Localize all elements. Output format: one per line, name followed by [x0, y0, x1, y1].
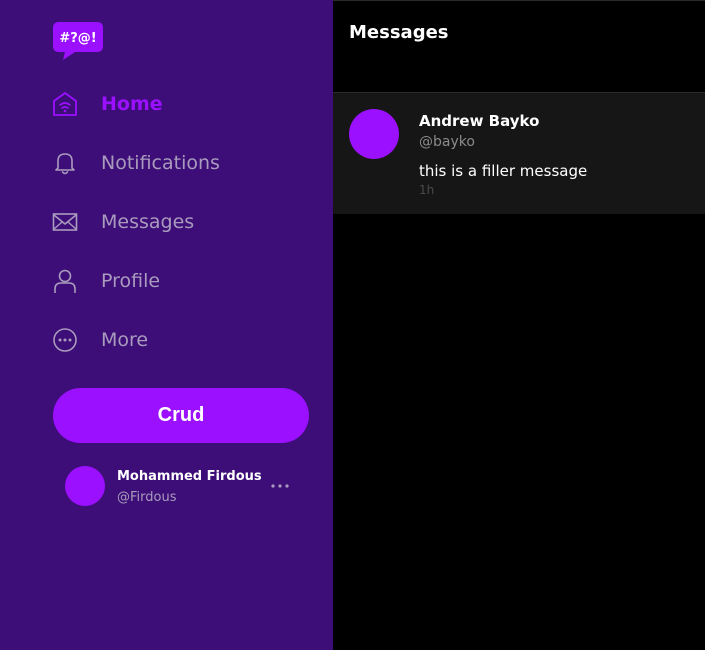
sidebar-item-label: Messages [101, 211, 195, 233]
sidebar-item-more[interactable]: More [52, 322, 312, 358]
message-author-handle: @bayko [419, 134, 475, 150]
avatar [65, 466, 105, 506]
sidebar-item-home[interactable]: Home [52, 86, 312, 122]
bell-icon [52, 150, 78, 176]
page-title: Messages [349, 22, 449, 43]
sidebar-item-notifications[interactable]: Notifications [52, 145, 312, 181]
envelope-icon [52, 209, 78, 235]
sidebar-item-profile[interactable]: Profile [52, 263, 312, 299]
message-timestamp: 1h [419, 183, 435, 197]
sidebar: #?@! Home Notifications Messages Profile… [0, 0, 333, 650]
sidebar-item-label: Home [101, 93, 163, 115]
account-switcher[interactable]: Mohammed Firdous @Firdous [65, 466, 305, 508]
page-header: Messages [333, 0, 705, 92]
app-root: #?@! Home Notifications Messages Profile… [0, 0, 705, 650]
sidebar-item-messages[interactable]: Messages [52, 204, 312, 240]
user-handle: @Firdous [117, 490, 177, 505]
ellipsis-icon[interactable] [270, 476, 290, 496]
crud-button[interactable]: Crud [53, 388, 309, 443]
sidebar-item-label: Notifications [101, 152, 220, 174]
sidebar-item-label: Profile [101, 270, 161, 292]
user-icon [52, 268, 78, 294]
main-panel: Messages Andrew Bayko @bayko this is a f… [333, 0, 705, 650]
app-logo[interactable]: #?@! [53, 20, 105, 62]
user-display-name: Mohammed Firdous [117, 469, 262, 484]
message-author-name: Andrew Bayko [419, 112, 540, 130]
avatar[interactable] [349, 109, 399, 159]
sidebar-item-label: More [101, 329, 149, 351]
logo-text: #?@! [59, 31, 97, 46]
home-icon [52, 91, 78, 117]
more-circle-icon [52, 327, 78, 353]
message-text: this is a filler message [419, 162, 588, 180]
message-item[interactable]: Andrew Bayko @bayko this is a filler mes… [333, 92, 705, 214]
